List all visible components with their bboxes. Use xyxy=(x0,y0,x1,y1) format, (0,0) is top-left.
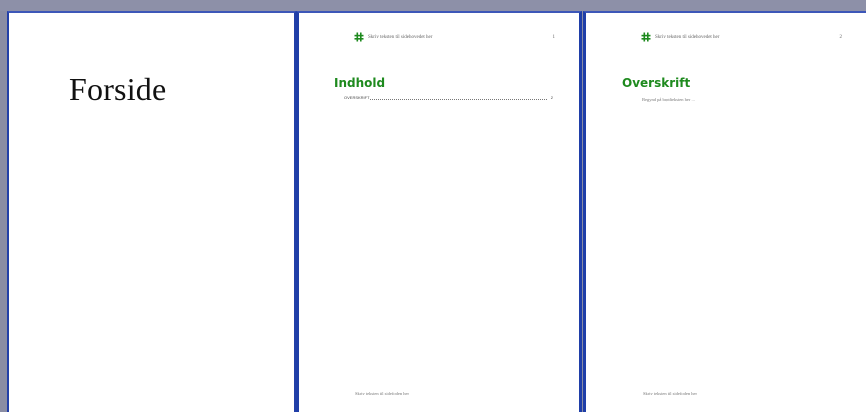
toc-leader-dots xyxy=(370,99,547,100)
page-header[interactable]: Skriv teksten til sidehovedet her 2 xyxy=(641,32,843,44)
toc-entry-page: 2 xyxy=(550,95,553,100)
header-page-number: 1 xyxy=(552,35,556,40)
header-text[interactable]: Skriv teksten til sidehovedet her xyxy=(655,35,719,40)
section-heading[interactable]: Overskrift xyxy=(622,76,690,90)
page-footer[interactable]: Skriv teksten til sidefoden her xyxy=(355,391,409,396)
workspace-top-strip xyxy=(0,0,866,11)
toc-entry[interactable]: OVERSKRIFT 2 xyxy=(344,95,553,101)
contents-heading[interactable]: Indhold xyxy=(334,76,385,90)
header-page-number: 2 xyxy=(839,35,843,40)
document-workspace[interactable]: Forside Skriv teksten til sidehovedet he… xyxy=(0,0,866,412)
header-text[interactable]: Skriv teksten til sidehovedet her xyxy=(368,35,432,40)
page-contents[interactable]: Skriv teksten til sidehovedet her 1 Indh… xyxy=(296,11,582,412)
hash-logo-icon xyxy=(641,32,651,42)
front-page-title[interactable]: Forside xyxy=(69,71,166,108)
page-content[interactable]: Skriv teksten til sidehovedet her 2 Over… xyxy=(583,11,866,412)
body-text-placeholder[interactable]: Begynd på brødteksten her ... xyxy=(642,97,695,102)
page-footer[interactable]: Skriv teksten til sidefoden her xyxy=(643,391,697,396)
page-front[interactable]: Forside xyxy=(7,11,296,412)
page-header[interactable]: Skriv teksten til sidehovedet her 1 xyxy=(354,32,556,44)
toc-entry-label[interactable]: OVERSKRIFT xyxy=(344,95,370,100)
hash-logo-icon xyxy=(354,32,364,42)
